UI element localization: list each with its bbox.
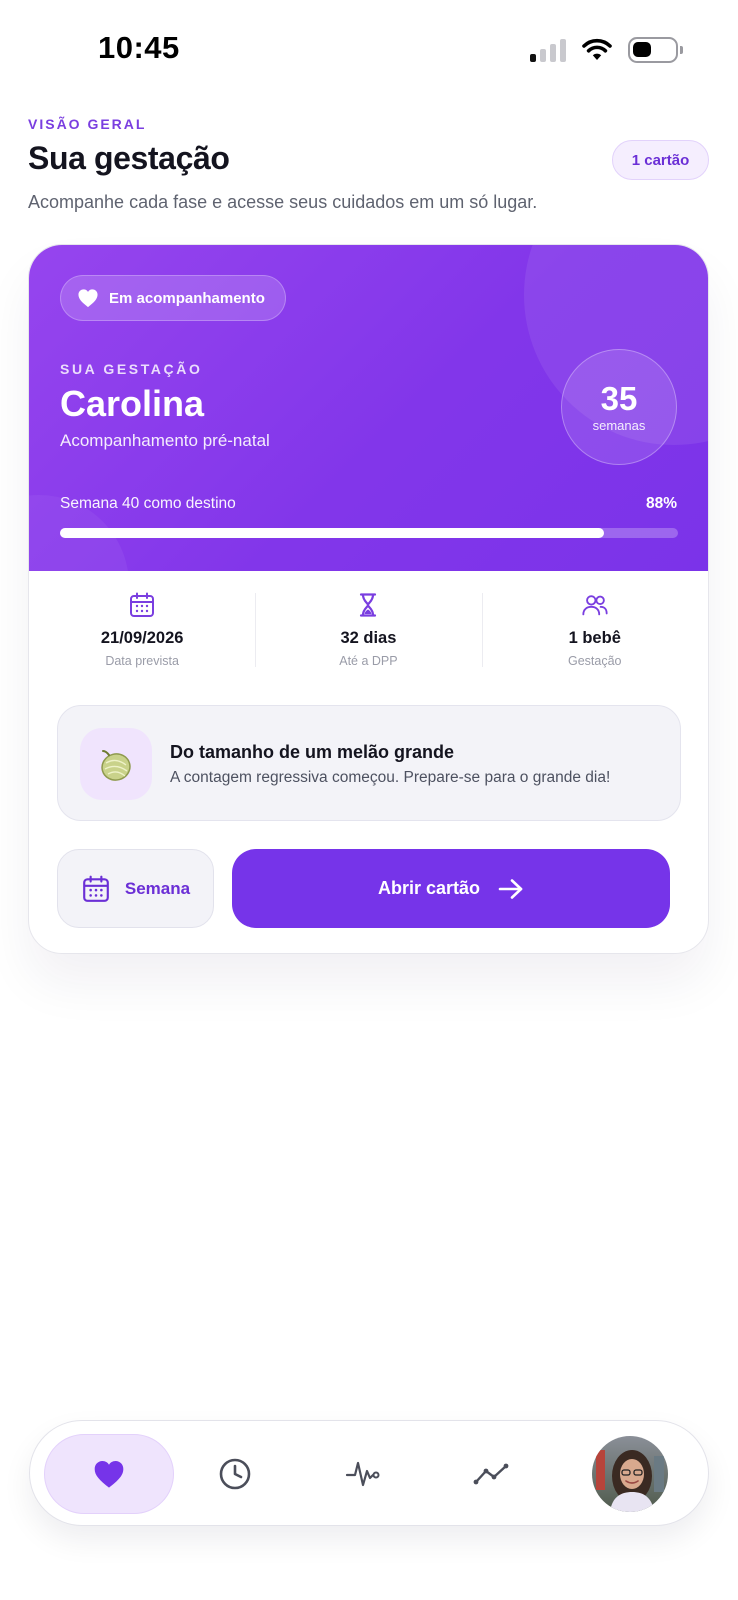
week-button[interactable]: Semana: [57, 849, 214, 928]
battery-icon: [628, 37, 683, 63]
trend-icon: [473, 1463, 509, 1485]
tip-text: A contagem regressiva começou. Prepare-s…: [170, 769, 611, 786]
week-number: 35: [600, 379, 638, 417]
card-count-chip[interactable]: 1 cartão: [612, 140, 709, 180]
arrow-right-icon: [498, 878, 523, 899]
stat-value: 21/09/2026: [100, 629, 184, 647]
bottom-nav: [29, 1420, 709, 1526]
pulse-icon: [345, 1461, 380, 1487]
progress-bar-fill: [60, 528, 604, 538]
stat-value: 1 bebê: [568, 629, 621, 647]
stat-due-date: 21/09/2026 Data prevista: [29, 591, 255, 671]
open-card-button-label: Abrir cartão: [377, 878, 481, 898]
card-hero: Em acompanhamento SUA GESTAÇÃO Carolina …: [29, 245, 708, 571]
baby-size-tip: Do tamanho de um melão grande A contagem…: [57, 705, 681, 821]
status-icons: [530, 36, 683, 64]
progress-percent: 88%: [645, 495, 677, 512]
nav-item-history[interactable]: [170, 1434, 300, 1514]
nav-item-trends[interactable]: [426, 1434, 556, 1514]
section-eyebrow: VISÃO GERAL: [28, 116, 147, 132]
calendar-icon: [128, 591, 156, 619]
heart-icon: [94, 1461, 124, 1488]
open-card-button[interactable]: Abrir cartão: [232, 849, 670, 928]
calendar-icon: [83, 875, 109, 902]
stat-label: Gestação: [567, 654, 622, 668]
clock-icon: [219, 1458, 251, 1490]
status-pill-label: Em acompanhamento: [109, 289, 265, 307]
status-time: 10:45: [98, 30, 180, 65]
nav-item-home[interactable]: [44, 1434, 174, 1514]
status-bar: 10:45: [0, 0, 738, 100]
stat-label: Até a DPP: [339, 654, 398, 668]
week-badge: 35 semanas: [561, 349, 677, 465]
stats-row: 21/09/2026 Data prevista 32 dias Até a D…: [29, 591, 708, 671]
progress-label: Semana 40 como destino: [60, 495, 236, 512]
patient-name: Carolina: [60, 383, 205, 424]
status-pill: Em acompanhamento: [60, 275, 286, 321]
pregnancy-card[interactable]: Em acompanhamento SUA GESTAÇÃO Carolina …: [28, 244, 709, 954]
stat-value: 32 dias: [340, 629, 397, 647]
avatar[interactable]: [592, 1436, 668, 1512]
stat-label: Data prevista: [105, 654, 179, 668]
melon-icon: [80, 728, 152, 800]
cellular-signal-icon: [530, 38, 566, 62]
heart-icon: [78, 289, 98, 308]
hourglass-icon: [354, 591, 382, 619]
wifi-icon: [582, 38, 612, 60]
week-button-label: Semana: [124, 878, 191, 898]
week-label: semanas: [592, 417, 646, 433]
stat-babies: 1 bebê Gestação: [481, 591, 708, 671]
tip-title: Do tamanho de um melão grande: [170, 742, 455, 762]
page-title: Sua gestação: [28, 140, 230, 176]
progress-bar: [60, 528, 678, 538]
users-icon: [581, 591, 609, 619]
stat-days-left: 32 dias Até a DPP: [255, 591, 481, 671]
hero-subtitle: Acompanhamento pré-natal: [60, 431, 270, 450]
page-subtitle: Acompanhe cada fase e acesse seus cuidad…: [28, 192, 538, 212]
nav-item-vitals[interactable]: [298, 1434, 428, 1514]
hero-eyebrow: SUA GESTAÇÃO: [60, 361, 203, 377]
